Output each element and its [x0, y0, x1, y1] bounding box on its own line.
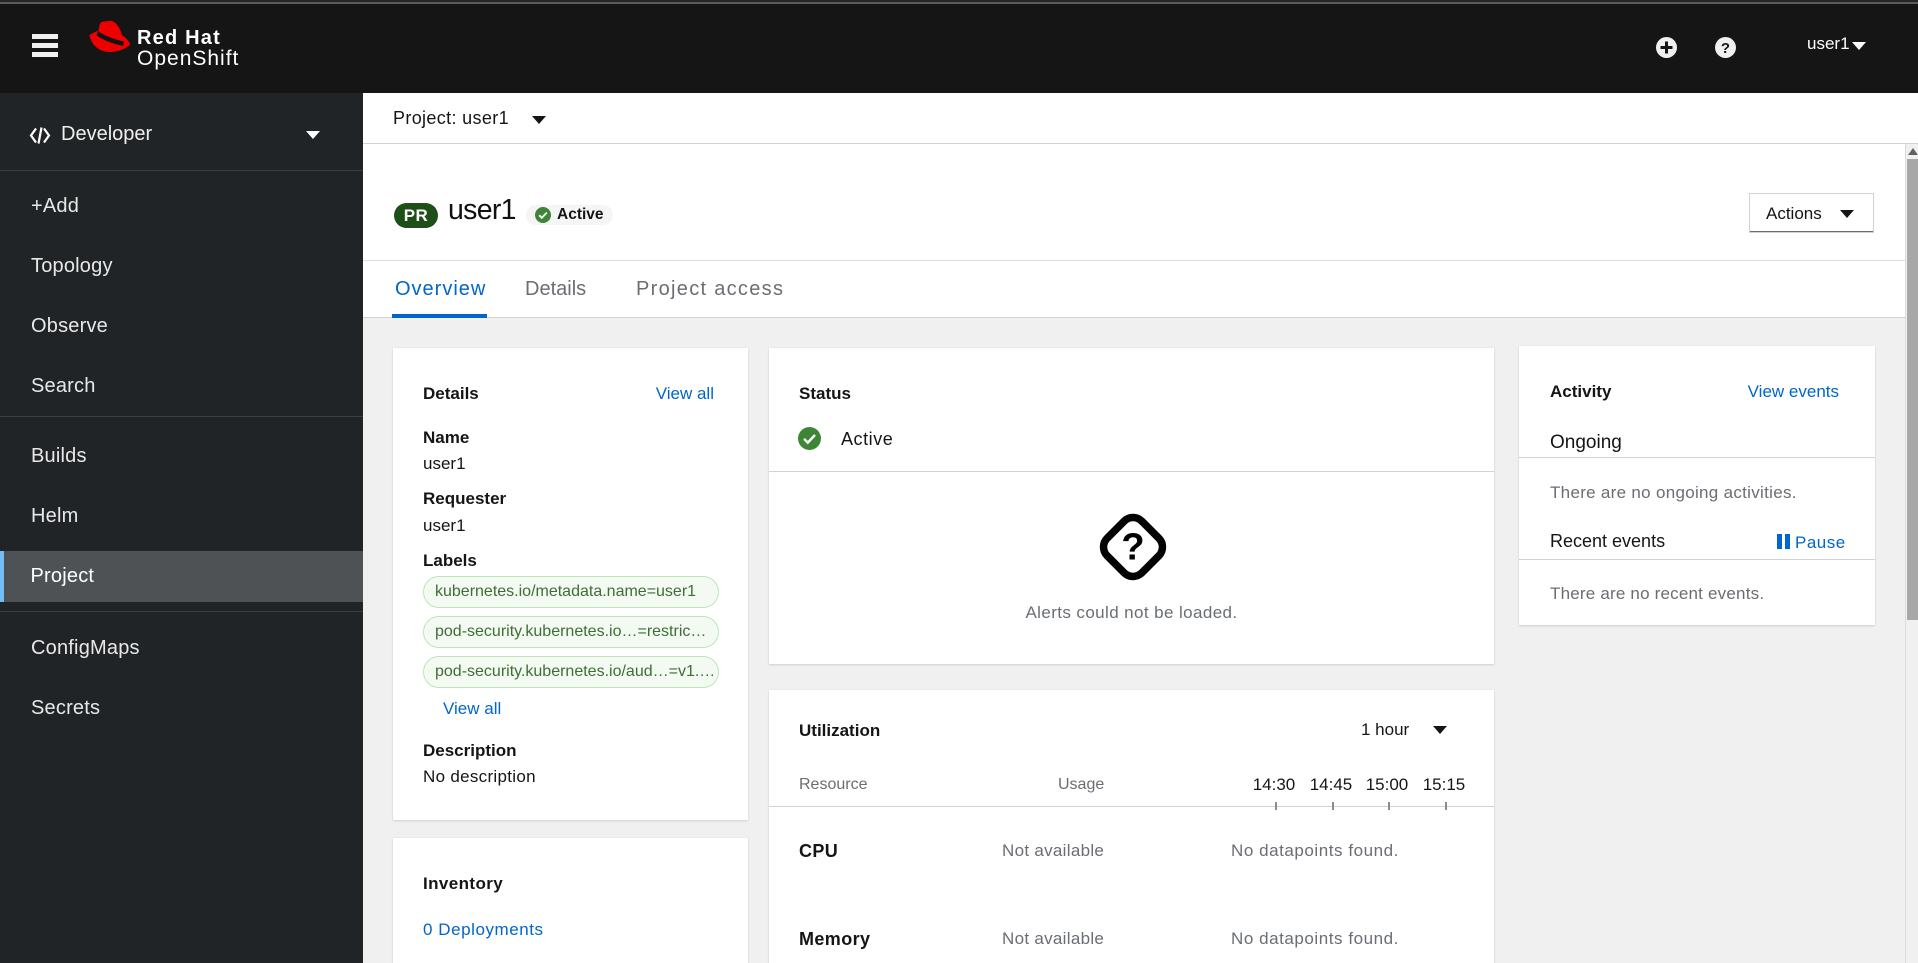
svg-text:?: ?: [1721, 40, 1730, 57]
svg-text:?: ?: [1121, 527, 1144, 569]
